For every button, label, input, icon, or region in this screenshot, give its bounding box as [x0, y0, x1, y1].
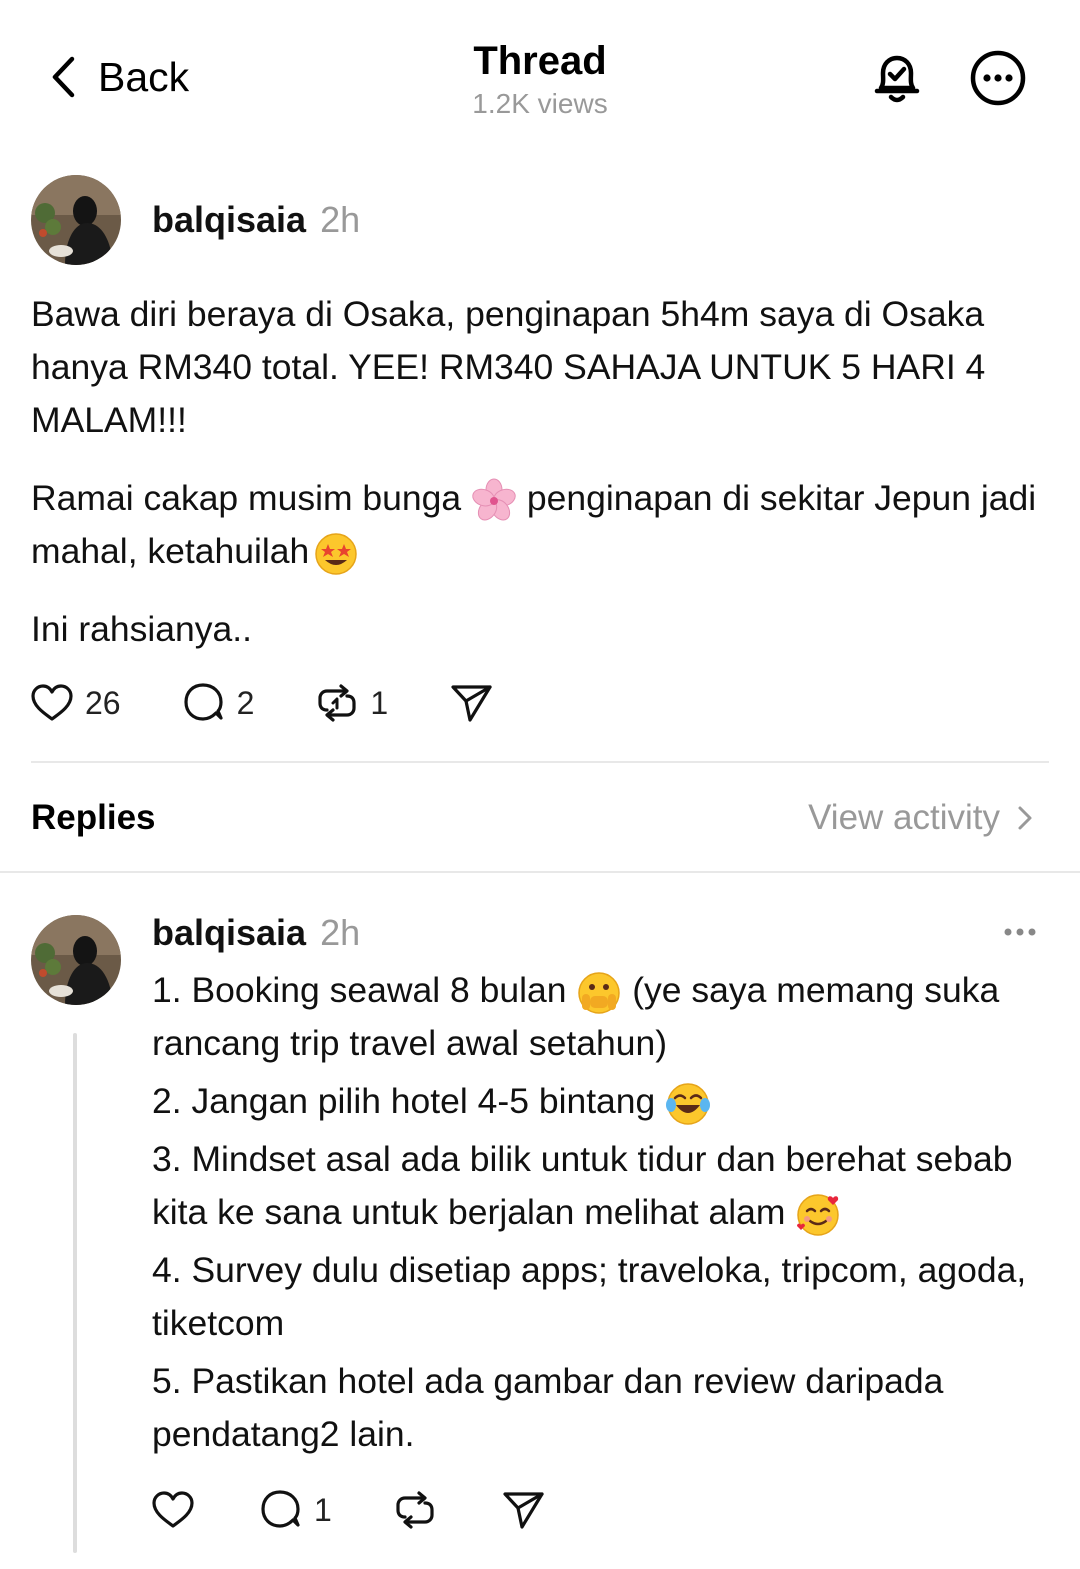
send-icon: [451, 685, 492, 722]
post-body: Bawa diri beraya di Osaka, penginapan 5h…: [31, 288, 1051, 656]
divider: [31, 761, 1049, 763]
thread-line: [73, 1033, 77, 1553]
avatar-photo: [31, 915, 121, 1005]
reply-line: 3. Mindset asal ada bilik untuk tidur da…: [152, 1133, 1032, 1239]
notification-bell-button[interactable]: [866, 47, 928, 109]
bell-check-icon: [874, 55, 920, 103]
reply-more-button[interactable]: [998, 915, 1042, 954]
repost-icon: [318, 684, 356, 722]
avatar[interactable]: [31, 175, 121, 265]
post-actions: 26 2 1: [29, 680, 494, 726]
heart-icon: [152, 1491, 194, 1528]
more-horizontal-icon: [1004, 928, 1036, 936]
post-paragraph: Ini rahsianya..: [31, 609, 253, 649]
post-meta: balqisaia 2h: [152, 196, 360, 252]
post-paragraph: Bawa diri beraya di Osaka, penginapan 5h…: [31, 294, 986, 440]
reply-repost-button[interactable]: [392, 1487, 438, 1533]
share-button[interactable]: [448, 680, 494, 726]
like-count: 26: [85, 684, 121, 721]
comment-bubble-icon: [261, 1490, 300, 1528]
reply-time: 2h: [320, 912, 361, 953]
post-username[interactable]: balqisaia: [152, 199, 306, 240]
face-with-open-eyes-hand-over-mouth-icon: [578, 971, 621, 1014]
view-activity-link[interactable]: View activity: [808, 795, 1036, 841]
reply-comment-count: 1: [314, 1491, 332, 1528]
reply-avatar[interactable]: [31, 915, 121, 1005]
smiling-face-with-hearts-icon: [797, 1193, 840, 1236]
comment-bubble-icon: [183, 683, 223, 721]
reply-line: 5. Pastikan hotel ada gambar dan review …: [152, 1361, 944, 1454]
like-button[interactable]: 26: [29, 680, 121, 726]
replies-heading: Replies: [31, 798, 156, 837]
chevron-right-icon: [1018, 806, 1032, 830]
post-time: 2h: [320, 199, 361, 240]
avatar-photo: [31, 175, 121, 265]
send-icon: [503, 1492, 544, 1529]
face-with-tears-of-joy-icon: [666, 1082, 711, 1125]
comment-count: 2: [236, 684, 255, 721]
reply-comment-button[interactable]: 1: [258, 1487, 332, 1533]
reply-line: 4. Survey dulu disetiap apps; traveloka,…: [152, 1250, 1027, 1343]
repost-button[interactable]: 1: [314, 680, 388, 726]
reply-body: 1. Booking seawal 8 bulan (ye saya meman…: [152, 964, 1032, 1461]
more-circle-icon: [970, 50, 1026, 106]
star-struck-emoji-icon: [315, 532, 357, 575]
more-options-button[interactable]: [967, 47, 1029, 109]
reply-meta: balqisaia 2h: [152, 909, 360, 965]
reply-line: 1. Booking seawal 8 bulan (ye saya meman…: [152, 970, 1000, 1063]
cherry-blossom-icon: [472, 478, 516, 521]
view-activity-label: View activity: [808, 798, 1000, 837]
reply-like-button[interactable]: [150, 1487, 196, 1533]
section-divider: [0, 871, 1080, 873]
comment-button[interactable]: 2: [181, 680, 255, 726]
post-paragraph: Ramai cakap musim bunga penginapan di se…: [31, 472, 1051, 578]
repost-count: 1: [370, 684, 389, 721]
reply-share-button[interactable]: [500, 1487, 546, 1533]
reply-line: 2. Jangan pilih hotel 4-5 bintang: [152, 1075, 1032, 1128]
reply-username[interactable]: balqisaia: [152, 912, 306, 953]
repost-icon: [396, 1491, 434, 1529]
reply-actions: 1: [150, 1487, 546, 1533]
heart-icon: [31, 684, 73, 721]
